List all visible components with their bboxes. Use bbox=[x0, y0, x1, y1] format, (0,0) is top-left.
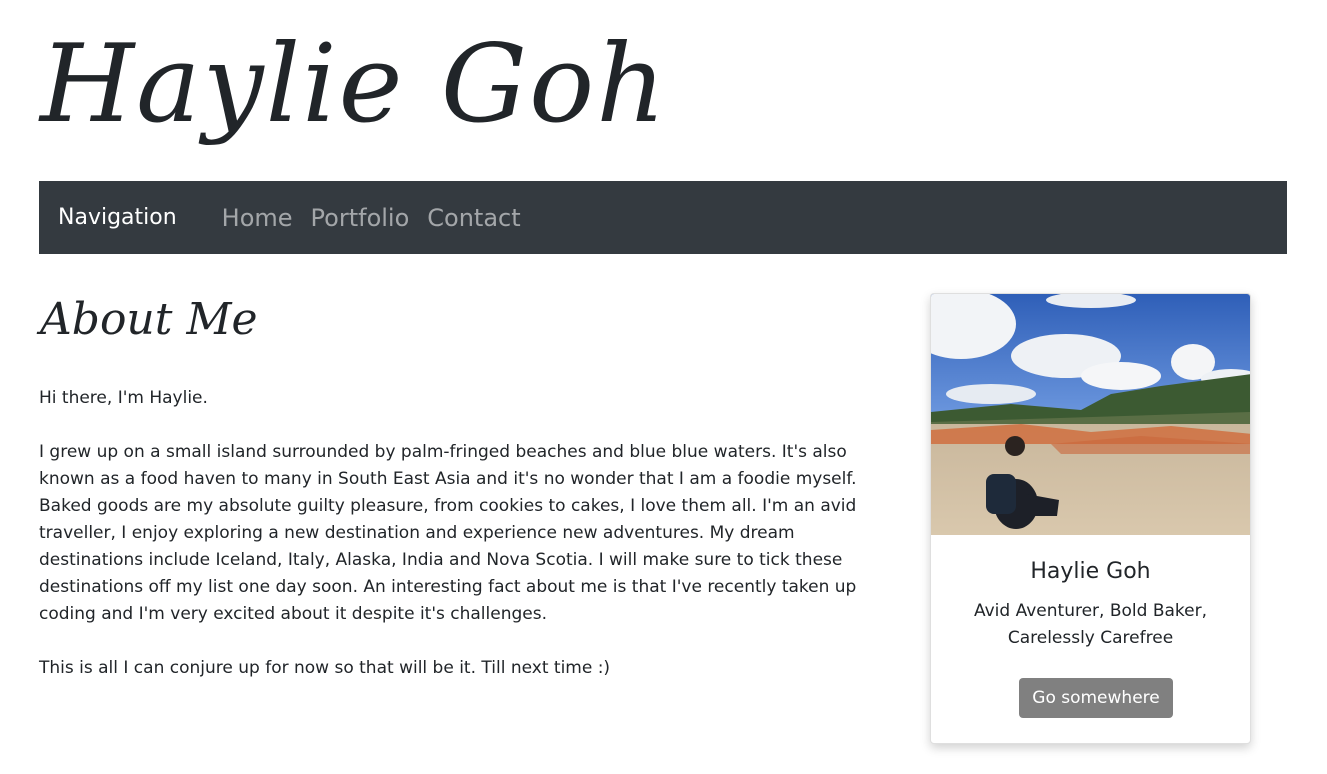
about-paragraph-closing: This is all I can conjure up for now so … bbox=[39, 658, 611, 678]
about-heading: About Me bbox=[40, 294, 258, 345]
profile-photo bbox=[931, 294, 1250, 535]
about-paragraph-greeting: Hi there, I'm Haylie. bbox=[39, 388, 208, 408]
about-text: Hi there, I'm Haylie. I grew up on a sma… bbox=[39, 385, 859, 709]
nav-link-portfolio[interactable]: Portfolio bbox=[311, 204, 410, 232]
card-body: Haylie Goh Avid Aventurer, Bold Baker, C… bbox=[931, 535, 1250, 718]
go-somewhere-button[interactable]: Go somewhere bbox=[1019, 678, 1173, 718]
nav-link-contact[interactable]: Contact bbox=[427, 204, 520, 232]
nav-link-home[interactable]: Home bbox=[222, 204, 293, 232]
navbar: Navigation Home Portfolio Contact bbox=[39, 181, 1287, 254]
card-title: Haylie Goh bbox=[1030, 559, 1151, 584]
navbar-brand[interactable]: Navigation bbox=[58, 205, 177, 230]
profile-card: Haylie Goh Avid Aventurer, Bold Baker, C… bbox=[930, 293, 1251, 744]
about-paragraph-bio: I grew up on a small island surrounded b… bbox=[39, 442, 857, 624]
site-title: Haylie Goh bbox=[40, 22, 668, 147]
card-text: Avid Aventurer, Bold Baker, Carelessly C… bbox=[973, 601, 1207, 648]
